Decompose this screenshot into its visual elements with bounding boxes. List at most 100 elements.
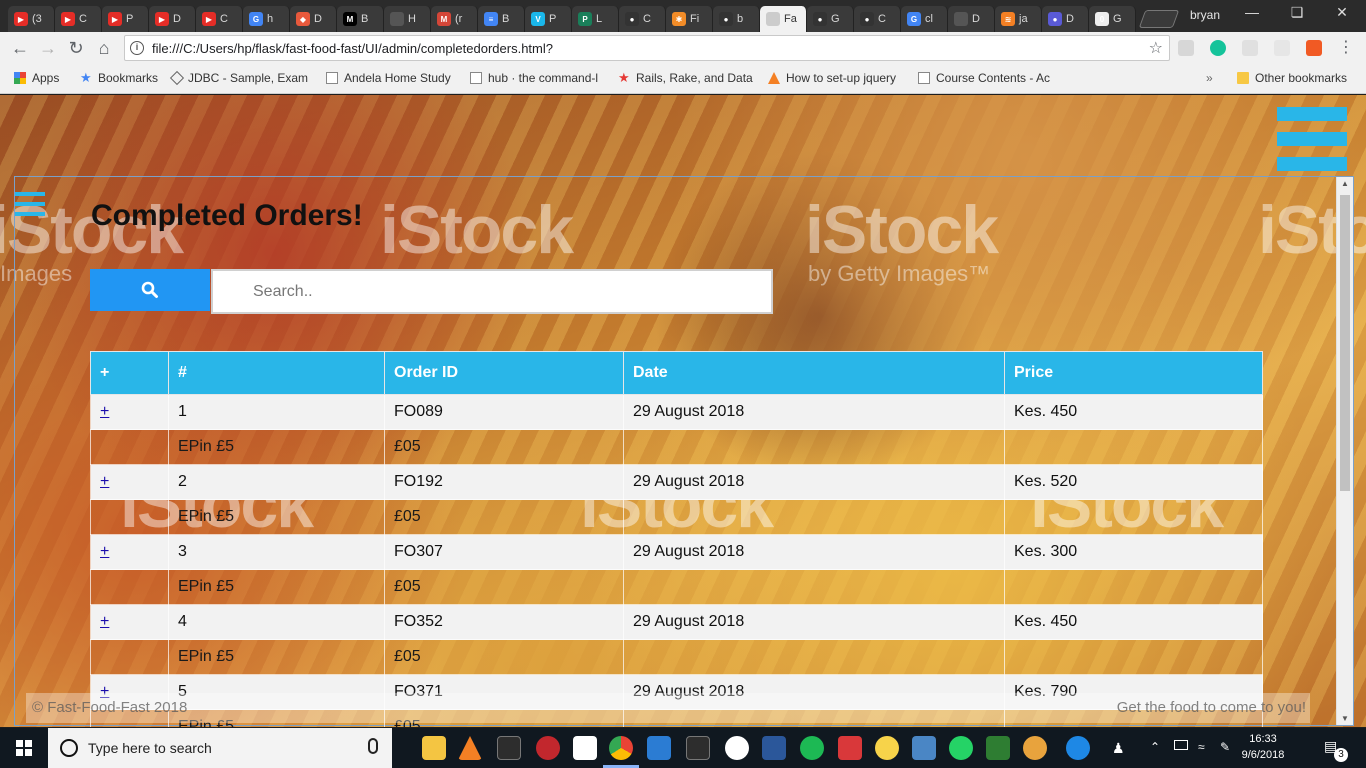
network-app-icon[interactable] bbox=[912, 736, 936, 760]
info-icon[interactable]: i bbox=[130, 41, 144, 55]
vscode-icon[interactable] bbox=[647, 736, 671, 760]
expand-row-link[interactable]: + bbox=[100, 613, 109, 630]
browser-tab[interactable]: ✱ Fi bbox=[666, 6, 713, 32]
browser-tab[interactable]: Fa bbox=[760, 6, 807, 32]
sticky-notes-icon[interactable] bbox=[573, 736, 597, 760]
paint-icon[interactable] bbox=[1023, 736, 1047, 760]
search-input[interactable] bbox=[211, 269, 773, 314]
browser-tab[interactable]: Gcl bbox=[901, 6, 948, 32]
browser-tab[interactable]: ▶ C bbox=[55, 6, 102, 32]
bookmark-jquery[interactable]: How to set-up jquery bbox=[768, 71, 896, 85]
browser-tab[interactable]: PL bbox=[572, 6, 619, 32]
help-icon[interactable] bbox=[1066, 736, 1090, 760]
home-icon[interactable]: ⌂ bbox=[92, 36, 116, 60]
browser-tab[interactable]: ● G bbox=[807, 6, 854, 32]
app-red-icon[interactable] bbox=[536, 736, 560, 760]
word-icon[interactable] bbox=[762, 736, 786, 760]
extension-feather-icon[interactable] bbox=[1274, 40, 1290, 56]
tray-chevron-icon[interactable]: ⌃ bbox=[1150, 740, 1160, 754]
expand-row-link[interactable]: + bbox=[100, 543, 109, 560]
terminal-icon[interactable] bbox=[686, 736, 710, 760]
vlc-icon[interactable] bbox=[458, 736, 482, 760]
column-header-price[interactable]: Price bbox=[1004, 351, 1263, 395]
scroll-down-arrow-icon[interactable]: ▼ bbox=[1337, 714, 1353, 723]
browser-tab[interactable]: ▶ (3 bbox=[8, 6, 55, 32]
bookmark-hub[interactable]: hub · the command-l bbox=[470, 71, 598, 85]
main-menu-hamburger-icon[interactable] bbox=[1277, 107, 1347, 172]
iframe-scrollbar[interactable]: ▲ ▼ bbox=[1336, 177, 1353, 725]
browser-tab[interactable]: ▶ P bbox=[102, 6, 149, 32]
back-arrow-icon[interactable]: ← bbox=[8, 36, 32, 60]
browser-tab[interactable]: D bbox=[948, 6, 995, 32]
browser-tab[interactable]: ≋ ja bbox=[995, 6, 1042, 32]
maximize-button[interactable]: ❏ bbox=[1277, 4, 1317, 24]
address-bar[interactable]: i file:///C:/Users/hp/flask/fast-food-fa… bbox=[124, 35, 1170, 61]
other-bookmarks[interactable]: Other bookmarks bbox=[1237, 71, 1347, 85]
new-tab-button[interactable] bbox=[1138, 10, 1180, 28]
browser-tab[interactable]: ● C bbox=[854, 6, 901, 32]
bookmark-course[interactable]: Course Contents - Ac bbox=[918, 71, 1050, 85]
whatsapp-icon[interactable] bbox=[949, 736, 973, 760]
column-header-order-id[interactable]: Order ID bbox=[384, 351, 624, 395]
bookmark-andela[interactable]: Andela Home Study bbox=[326, 71, 451, 85]
bookmarks-overflow-button[interactable]: » bbox=[1206, 71, 1213, 85]
taskbar-search-box[interactable]: Type here to search bbox=[48, 728, 392, 768]
browser-tab[interactable]: H bbox=[384, 6, 431, 32]
browser-tab[interactable]: ▶ C bbox=[196, 6, 243, 32]
sidebar-hamburger-icon[interactable] bbox=[15, 192, 45, 218]
browser-tab[interactable]: Gh bbox=[243, 6, 290, 32]
browser-user-name[interactable]: bryan bbox=[1190, 8, 1220, 22]
people-icon[interactable]: ♟ bbox=[1112, 740, 1125, 757]
wifi-icon[interactable]: ≈ bbox=[1198, 740, 1205, 754]
close-window-button[interactable]: ✕ bbox=[1322, 4, 1362, 24]
browser-tab[interactable]: 0G bbox=[1089, 6, 1136, 32]
plus-app-icon[interactable] bbox=[986, 736, 1010, 760]
extension-todoist-icon[interactable] bbox=[1306, 40, 1322, 56]
extension-page-icon[interactable] bbox=[1242, 40, 1258, 56]
minimize-button[interactable]: — bbox=[1232, 4, 1272, 24]
taskbar-time[interactable]: 16:33 bbox=[1240, 733, 1286, 745]
browser-tab[interactable]: ● b bbox=[713, 6, 760, 32]
battery-icon[interactable] bbox=[1174, 740, 1188, 750]
browser-tab[interactable]: ● D bbox=[1042, 6, 1089, 32]
tab-label: B bbox=[502, 13, 510, 25]
browser-tab[interactable]: VP bbox=[525, 6, 572, 32]
start-button[interactable] bbox=[0, 728, 48, 768]
search-button[interactable] bbox=[90, 269, 210, 311]
emoji-icon[interactable] bbox=[875, 736, 899, 760]
extension-mail-icon[interactable] bbox=[1178, 40, 1194, 56]
browser-tab[interactable]: ≡ B bbox=[478, 6, 525, 32]
bookmark-jdbc[interactable]: JDBC - Sample, Exam bbox=[169, 70, 308, 86]
zotero-icon[interactable] bbox=[838, 736, 862, 760]
browser-tab[interactable]: MB bbox=[337, 6, 384, 32]
footer-copyright: © Fast-Food-Fast 2018 bbox=[32, 699, 188, 716]
expand-row-link[interactable]: + bbox=[100, 403, 109, 420]
slack-icon[interactable] bbox=[725, 736, 749, 760]
taskbar-date[interactable]: 9/6/2018 bbox=[1232, 749, 1294, 761]
extension-grammarly-icon[interactable] bbox=[1210, 40, 1226, 56]
address-url[interactable]: file:///C:/Users/hp/flask/fast-food-fast… bbox=[152, 41, 553, 56]
expand-row-link[interactable]: + bbox=[100, 473, 109, 490]
bookmark-apps[interactable]: Apps bbox=[14, 71, 59, 85]
column-header-date[interactable]: Date bbox=[623, 351, 1005, 395]
file-explorer-icon[interactable] bbox=[422, 736, 446, 760]
bookmark-star-icon[interactable]: ☆ bbox=[1149, 38, 1163, 58]
column-header-expand[interactable]: + bbox=[90, 351, 169, 395]
microphone-icon[interactable] bbox=[368, 738, 378, 754]
chrome-menu-icon[interactable]: ⋮ bbox=[1334, 36, 1358, 60]
forward-arrow-icon[interactable]: → bbox=[36, 36, 60, 60]
column-header-number[interactable]: # bbox=[168, 351, 385, 395]
scroll-up-arrow-icon[interactable]: ▲ bbox=[1337, 179, 1353, 188]
scrollbar-thumb[interactable] bbox=[1340, 195, 1350, 491]
chrome-icon[interactable] bbox=[609, 736, 633, 760]
browser-tab[interactable]: ◆ D bbox=[290, 6, 337, 32]
bookmark-bookmarks[interactable]: ★ Bookmarks bbox=[80, 71, 158, 85]
pen-icon[interactable]: ✎ bbox=[1220, 740, 1230, 754]
browser-tab[interactable]: ● C bbox=[619, 6, 666, 32]
browser-tab[interactable]: ▶ D bbox=[149, 6, 196, 32]
bookmark-rails[interactable]: ★ Rails, Rake, and Data bbox=[618, 71, 753, 85]
browser-tab[interactable]: M (r bbox=[431, 6, 478, 32]
sync-icon[interactable] bbox=[800, 736, 824, 760]
terminal-icon[interactable] bbox=[497, 736, 521, 760]
reload-icon[interactable]: ↻ bbox=[64, 36, 88, 60]
